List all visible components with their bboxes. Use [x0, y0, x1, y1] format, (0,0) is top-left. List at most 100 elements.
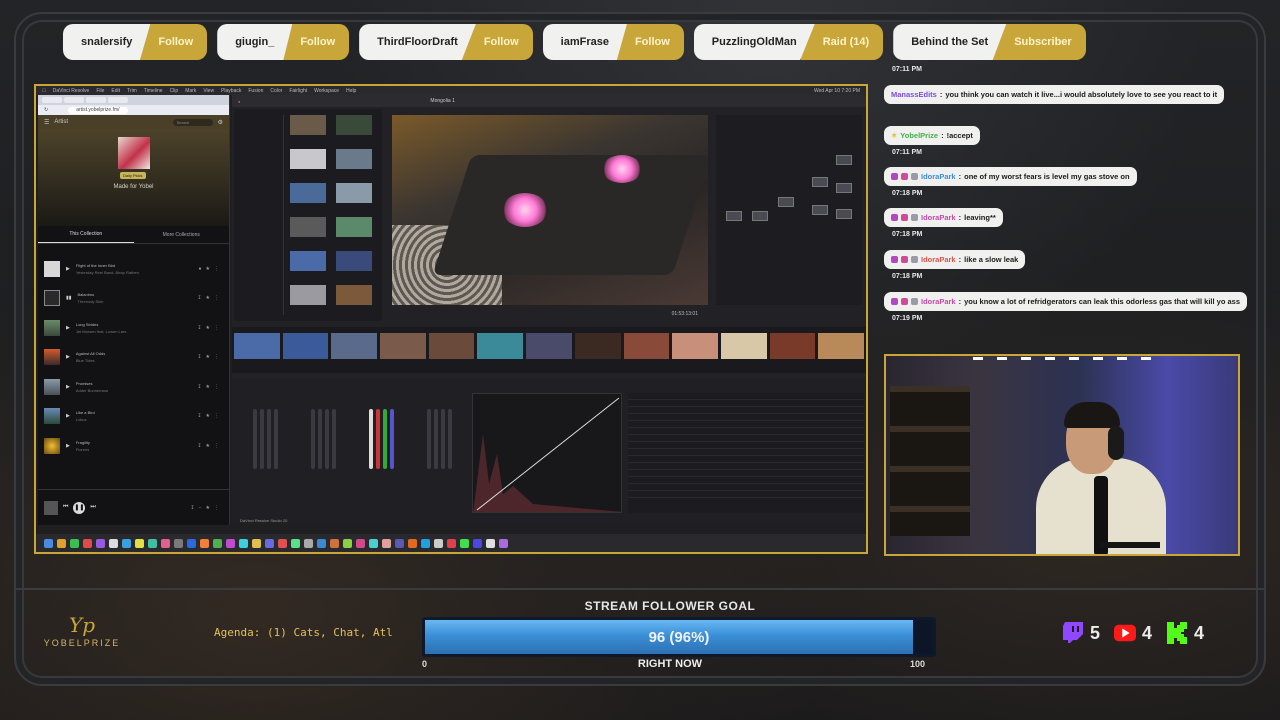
track-actions[interactable]: ↧★⋮	[197, 384, 223, 390]
dock-app-icon[interactable]	[356, 538, 365, 548]
dock-app-icon[interactable]	[434, 538, 443, 548]
menu-playback[interactable]: Playback	[221, 88, 241, 94]
menu-view[interactable]: View	[203, 88, 214, 94]
dock-app-icon[interactable]	[174, 538, 183, 548]
track-actions[interactable]: ↧★⋮	[197, 295, 223, 301]
chat-username[interactable]: ManassEdits	[891, 90, 937, 99]
track-actions[interactable]: ↧★⋮	[197, 325, 223, 331]
timeline-clip[interactable]	[574, 333, 621, 359]
browser-tab[interactable]	[64, 97, 84, 103]
track-row[interactable]: ▶ Fragility Florens ↧★⋮	[38, 431, 229, 461]
offset-bars[interactable]	[422, 409, 456, 475]
chat-username[interactable]: IdoraPark	[921, 172, 956, 181]
chat-username[interactable]: IdoraPark	[921, 297, 956, 306]
play-icon[interactable]: ▶	[66, 384, 70, 390]
dock-app-icon[interactable]	[382, 538, 391, 548]
dock-app-icon[interactable]	[473, 538, 482, 548]
next-icon[interactable]: ⏭	[90, 504, 95, 511]
browser-tab[interactable]	[42, 97, 62, 103]
dock-app-icon[interactable]	[187, 538, 196, 548]
media-clip[interactable]	[336, 285, 372, 305]
dock-app-icon[interactable]	[408, 538, 417, 548]
dock-app-icon[interactable]	[109, 538, 118, 548]
tab-more-collections[interactable]: More Collections	[134, 226, 230, 243]
dock-app-icon[interactable]	[226, 538, 235, 548]
browser-tab[interactable]	[108, 97, 128, 103]
media-clip[interactable]	[290, 251, 326, 271]
browser-tab[interactable]	[86, 97, 106, 103]
media-bin-tree[interactable]	[234, 115, 284, 315]
color-node[interactable]	[778, 197, 794, 207]
dock-app-icon[interactable]	[122, 538, 131, 548]
apple-icon[interactable]: 	[42, 88, 46, 94]
menu-app-name[interactable]: DaVinci Resolve	[53, 88, 90, 94]
track-row[interactable]: ▶ Like a Bird Lokus ↧★⋮	[38, 402, 229, 432]
track-row[interactable]: ▮▮ Balanimo Threnody Skin ↧★⋮	[38, 284, 229, 314]
color-node[interactable]	[812, 177, 828, 187]
menu-edit[interactable]: Edit	[111, 88, 120, 94]
lift-bars[interactable]	[248, 409, 282, 475]
play-icon[interactable]: ▶	[66, 266, 70, 272]
media-clip[interactable]	[336, 251, 372, 271]
track-actions[interactable]: ↧★⋮	[197, 413, 223, 419]
track-row[interactable]: ▶ Flight of the Inner Bird Yesterday Reel …	[38, 254, 229, 284]
track-row[interactable]: ▶ Against All Odds Blue Tides ↧★⋮	[38, 343, 229, 373]
dock-app-icon[interactable]	[460, 538, 469, 548]
color-node[interactable]	[836, 183, 852, 193]
play-icon[interactable]: ▶	[66, 413, 70, 419]
window-controls-icon[interactable]: ●	[238, 99, 240, 104]
menu-fairlight[interactable]: Fairlight	[289, 88, 307, 94]
menu-help[interactable]: Help	[346, 88, 356, 94]
player-actions[interactable]: ↧−★⋮	[190, 505, 223, 511]
timeline-clip[interactable]	[380, 333, 426, 359]
timeline-clip[interactable]	[477, 333, 524, 359]
pause-button[interactable]: ❚❚	[73, 501, 86, 514]
dock-app-icon[interactable]	[44, 538, 53, 548]
dock-app-icon[interactable]	[499, 538, 508, 548]
media-clip[interactable]	[290, 183, 326, 203]
dock-app-icon[interactable]	[239, 538, 248, 548]
dock-app-icon[interactable]	[148, 538, 157, 548]
media-clip[interactable]	[290, 115, 326, 135]
menu-timeline[interactable]: Timeline	[144, 88, 163, 94]
timeline-clip[interactable]	[623, 333, 670, 359]
media-clip[interactable]	[290, 149, 326, 169]
timeline-clip[interactable]	[428, 333, 475, 359]
timeline-clip[interactable]	[331, 333, 378, 359]
play-icon[interactable]: ▶	[66, 443, 70, 449]
track-actions[interactable]: ↧★⋮	[197, 443, 223, 449]
track-row[interactable]: ▶ Long Strides Jet Morsen feat. Lowen Lars…	[38, 313, 229, 343]
dock-app-icon[interactable]	[135, 538, 144, 548]
dock-app-icon[interactable]	[200, 538, 209, 548]
dock-app-icon[interactable]	[486, 538, 495, 548]
color-node[interactable]	[836, 155, 852, 165]
keyframes-panel[interactable]	[628, 393, 864, 513]
menu-color[interactable]: Color	[270, 88, 282, 94]
gear-icon[interactable]: ⚙	[218, 119, 223, 126]
color-node[interactable]	[752, 211, 768, 221]
dock-app-icon[interactable]	[447, 538, 456, 548]
curves-panel[interactable]	[472, 393, 622, 513]
gain-bars[interactable]	[364, 409, 398, 475]
timeline-clip[interactable]	[282, 333, 329, 359]
dock-app-icon[interactable]	[213, 538, 222, 548]
media-clip[interactable]	[336, 217, 372, 237]
dock-app-icon[interactable]	[304, 538, 313, 548]
color-node[interactable]	[726, 211, 742, 221]
dock-app-icon[interactable]	[161, 538, 170, 548]
chat-username[interactable]: YobelPrize	[900, 131, 938, 140]
play-icon[interactable]: ▶	[66, 325, 70, 331]
dock-app-icon[interactable]	[278, 538, 287, 548]
media-clip[interactable]	[290, 217, 326, 237]
tab-this-collection[interactable]: This Collection	[38, 226, 134, 243]
dock-app-icon[interactable]	[96, 538, 105, 548]
music-search-input[interactable]: Search	[172, 118, 213, 126]
dock-app-icon[interactable]	[421, 538, 430, 548]
dock-app-icon[interactable]	[369, 538, 378, 548]
timeline-clip[interactable]	[234, 333, 280, 359]
timeline-clip[interactable]	[526, 333, 572, 359]
dock-app-icon[interactable]	[395, 538, 404, 548]
menu-fusion[interactable]: Fusion	[248, 88, 263, 94]
media-clip[interactable]	[336, 183, 372, 203]
dock-app-icon[interactable]	[83, 538, 92, 548]
